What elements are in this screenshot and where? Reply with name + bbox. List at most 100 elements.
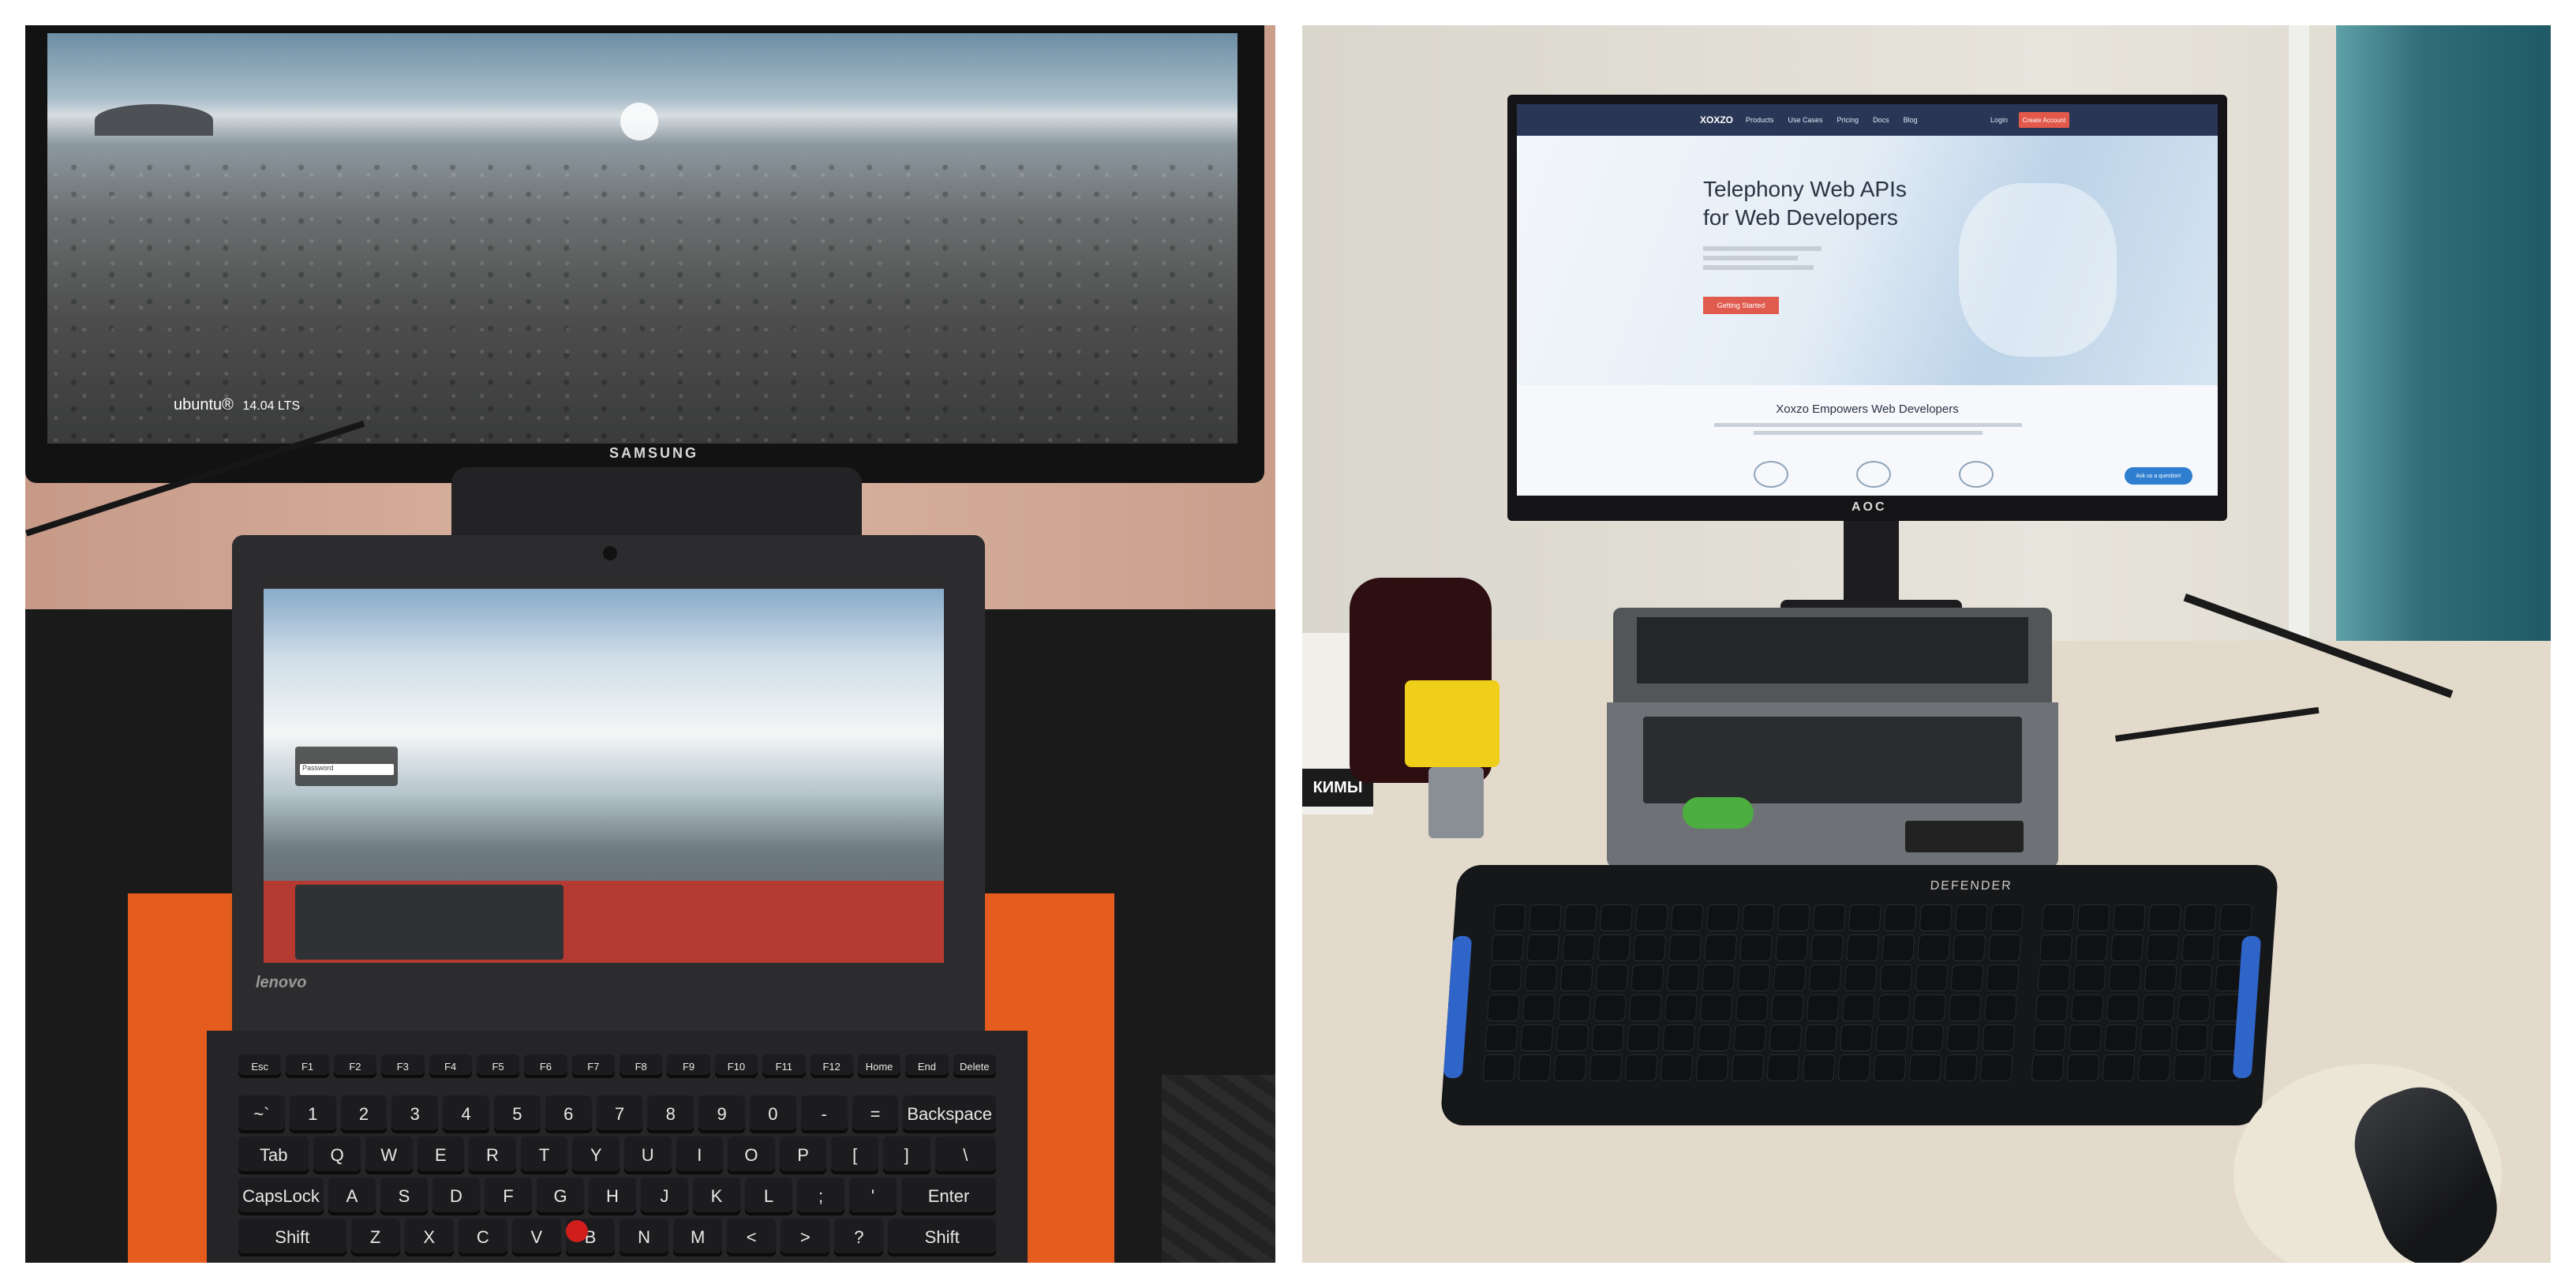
gaming-keyboard-key[interactable] [1840,1024,1874,1051]
gaming-keyboard-key[interactable] [2173,1054,2207,1081]
keyboard-key[interactable]: > [781,1219,830,1256]
keyboard-key[interactable]: R [469,1136,516,1174]
keyboard-key[interactable]: End [905,1054,949,1078]
gaming-keyboard-key[interactable] [1491,934,1525,961]
keyboard-key[interactable]: Esc [238,1054,282,1078]
gaming-keyboard-key[interactable] [1599,904,1634,931]
keyboard-key[interactable]: C [458,1219,507,1256]
gaming-keyboard-key[interactable] [2102,1054,2136,1081]
gaming-keyboard-key[interactable] [2037,964,2071,991]
create-account-button[interactable]: Create Account [2019,112,2069,128]
gaming-keyboard-key[interactable] [1628,994,1663,1021]
keyboard-key[interactable]: X [404,1219,454,1256]
gaming-keyboard-key[interactable] [2147,904,2182,931]
gaming-keyboard-key[interactable] [1775,934,1809,961]
gaming-keyboard-key[interactable] [1802,1054,1836,1081]
gaming-keyboard-key[interactable] [2146,934,2180,961]
gaming-keyboard-key[interactable] [1563,904,1598,931]
keyboard-key[interactable]: F10 [714,1054,758,1078]
keyboard-key[interactable]: K [693,1178,740,1215]
gaming-keyboard-key[interactable] [1624,1054,1658,1081]
gaming-keyboard-key[interactable] [1773,964,1807,991]
keyboard-key[interactable]: M [673,1219,723,1256]
site-logo[interactable]: XOXZO [1700,114,1733,125]
keyboard-key[interactable]: F7 [571,1054,615,1078]
gaming-keyboard-key[interactable] [1668,934,1702,961]
trackpoint[interactable] [566,1220,588,1242]
gaming-keyboard-key[interactable] [1911,1024,1945,1051]
gaming-keyboard-key[interactable] [2106,994,2140,1021]
gaming-keyboard-key[interactable] [1702,964,1735,991]
gaming-keyboard-key[interactable] [1879,964,1913,991]
gaming-keyboard-key[interactable] [1988,934,2022,961]
keyboard-key[interactable]: CapsLock [238,1178,324,1215]
gaming-keyboard-key[interactable] [1986,964,2020,991]
keyboard-key[interactable]: < [727,1219,777,1256]
gaming-keyboard-key[interactable] [1982,1024,2016,1051]
nav-products[interactable]: Products [1746,116,1774,124]
gaming-keyboard-key[interactable] [1841,994,1876,1021]
keyboard-key[interactable]: N [620,1219,669,1256]
gaming-keyboard-key[interactable] [1948,994,1983,1021]
keyboard-key[interactable]: [ [831,1136,878,1174]
gaming-keyboard-key[interactable] [1664,994,1698,1021]
gaming-keyboard-key[interactable] [1597,934,1631,961]
keyboard-key[interactable]: S [380,1178,428,1215]
gaming-keyboard-key[interactable] [1777,904,1811,931]
keyboard-key[interactable]: 5 [494,1095,541,1133]
gaming-keyboard-key[interactable] [1666,964,1700,991]
keyboard-key[interactable]: E [417,1136,465,1174]
gaming-keyboard-key[interactable] [1591,1024,1625,1051]
gaming-keyboard-key[interactable] [2218,904,2253,931]
nav-pricing[interactable]: Pricing [1837,116,1859,124]
gaming-keyboard-key[interactable] [2141,994,2176,1021]
keyboard-key[interactable]: F1 [286,1054,329,1078]
gaming-keyboard-key[interactable] [1848,904,1882,931]
gaming-keyboard-key[interactable] [2140,1024,2174,1051]
gaming-keyboard-key[interactable] [1627,1024,1661,1051]
keyboard-key[interactable]: 9 [698,1095,745,1133]
gaming-keyboard-key[interactable] [1846,934,1880,961]
gaming-keyboard-key[interactable] [2110,934,2144,961]
gaming-keyboard-key[interactable] [2181,934,2215,961]
keyboard-key[interactable]: U [623,1136,672,1174]
gaming-keyboard-key[interactable] [2075,934,2109,961]
gaming-keyboard-key[interactable] [1559,964,1593,991]
gaming-keyboard-key[interactable] [1737,964,1771,991]
gaming-keyboard-key[interactable] [1553,1054,1587,1081]
gaming-keyboard-key[interactable] [2033,1024,2067,1051]
gaming-keyboard-key[interactable] [1950,964,1984,991]
keyboard-key[interactable]: Shift [238,1219,346,1256]
gaming-keyboard-key[interactable] [2066,1054,2100,1081]
keyboard-key[interactable]: Enter [901,1178,996,1215]
gaming-keyboard-key[interactable] [1735,994,1769,1021]
gaming-keyboard-key[interactable] [1808,964,1842,991]
gaming-keyboard-key[interactable] [1919,904,1953,931]
keyboard-key[interactable]: J [641,1178,688,1215]
gaming-keyboard-key[interactable] [2177,994,2211,1021]
gaming-keyboard-key[interactable] [1705,904,1740,931]
keyboard-key[interactable]: D [432,1178,480,1215]
gaming-keyboard-key[interactable] [1526,934,1560,961]
nav-use-cases[interactable]: Use Cases [1788,116,1823,124]
gaming-keyboard-key[interactable] [1731,1054,1765,1081]
gaming-keyboard-key[interactable] [1488,964,1522,991]
keyboard-key[interactable]: 4 [443,1095,489,1133]
gaming-keyboard-key[interactable] [1804,1024,1838,1051]
gaming-keyboard-key[interactable] [1662,1024,1696,1051]
gaming-keyboard-key[interactable] [1482,1054,1516,1081]
gaming-keyboard-key[interactable] [1979,1054,2013,1081]
gaming-keyboard-key[interactable] [1875,1024,1909,1051]
nav-blog[interactable]: Blog [1904,116,1918,124]
keyboard-key[interactable]: F4 [429,1054,472,1078]
gaming-keyboard-key[interactable] [2108,964,2142,991]
keyboard-key[interactable]: G [537,1178,584,1215]
login-link[interactable]: Login [1990,116,2008,124]
gaming-keyboard-key[interactable] [1946,1024,1980,1051]
gaming-keyboard-key[interactable] [2104,1024,2138,1051]
keyboard-key[interactable]: ' [849,1178,897,1215]
getting-started-button[interactable]: Getting Started [1703,297,1779,314]
gaming-keyboard-key[interactable] [1733,1024,1767,1051]
gaming-keyboard-key[interactable] [1660,1054,1694,1081]
gaming-keyboard-key[interactable] [1983,994,2018,1021]
